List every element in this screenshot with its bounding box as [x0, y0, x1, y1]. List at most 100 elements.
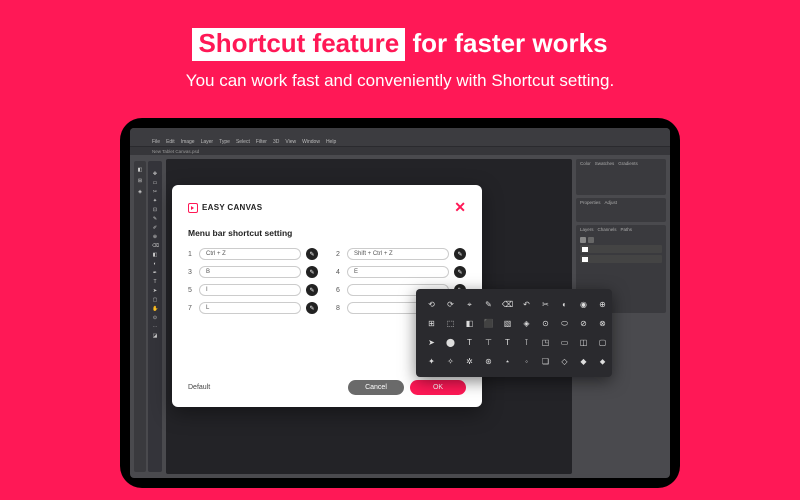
menu-item[interactable]: Edit — [166, 139, 175, 145]
menu-item[interactable]: Layer — [201, 139, 214, 145]
panel-tab[interactable]: Paths — [621, 227, 633, 233]
tool-icon[interactable]: ⊞ — [137, 178, 143, 184]
picker-item-icon[interactable]: ⌖ — [462, 297, 477, 312]
panel-tab[interactable]: Adjust — [605, 200, 618, 206]
picker-item-icon[interactable]: ⬚ — [443, 316, 458, 331]
gradient-tool-icon[interactable]: ◧ — [152, 252, 158, 258]
more-tool-icon[interactable]: ⋯ — [152, 324, 158, 330]
edit-icon[interactable]: ✎ — [454, 266, 466, 278]
cancel-button[interactable]: Cancel — [348, 380, 404, 395]
picker-item-icon[interactable]: ⊘ — [576, 316, 591, 331]
shortcut-input[interactable]: Ctrl + Z — [199, 248, 301, 260]
picker-item-icon[interactable]: ▢ — [595, 335, 610, 350]
lasso-tool-icon[interactable]: ✂ — [152, 189, 158, 195]
picker-item-icon[interactable]: ✲ — [462, 354, 477, 369]
picker-item-icon[interactable]: ↶ — [519, 297, 534, 312]
menu-item[interactable]: Window — [302, 139, 320, 145]
type-tool-icon[interactable]: T — [152, 279, 158, 285]
menu-item[interactable]: Help — [326, 139, 336, 145]
picker-item-icon[interactable]: ◉ — [576, 297, 591, 312]
layer-row[interactable] — [580, 245, 662, 253]
panel-tab[interactable]: Properties — [580, 200, 601, 206]
picker-item-icon[interactable]: T — [462, 335, 477, 350]
panel-tab[interactable]: Layers — [580, 227, 594, 233]
picker-item-icon[interactable]: ✦ — [424, 354, 439, 369]
picker-item-icon[interactable]: ⊙ — [538, 316, 553, 331]
picker-item-icon[interactable]: ◧ — [462, 316, 477, 331]
picker-item-icon[interactable]: ◫ — [576, 335, 591, 350]
picker-item-icon[interactable]: ✎ — [481, 297, 496, 312]
menu-item[interactable]: Filter — [256, 139, 267, 145]
edit-icon[interactable]: ✎ — [306, 266, 318, 278]
picker-item-icon[interactable]: ◐ — [557, 297, 572, 312]
blur-tool-icon[interactable]: ◐ — [152, 261, 158, 267]
picker-item-icon[interactable]: ❏ — [538, 354, 553, 369]
picker-item-icon[interactable]: ◆ — [576, 354, 591, 369]
ok-button[interactable]: OK — [410, 380, 466, 395]
tool-icon[interactable]: ◈ — [137, 189, 143, 195]
eyedropper-tool-icon[interactable]: ✎ — [152, 216, 158, 222]
picker-item-icon[interactable]: ◈ — [519, 316, 534, 331]
menu-item[interactable]: 3D — [273, 139, 279, 145]
close-icon[interactable]: ✕ — [454, 199, 466, 216]
picker-item-icon[interactable]: ▧ — [500, 316, 515, 331]
picker-item-icon[interactable]: ◇ — [557, 354, 572, 369]
menu-item[interactable]: Image — [181, 139, 195, 145]
picker-item-icon[interactable]: ⊗ — [595, 316, 610, 331]
layer-row[interactable] — [580, 255, 662, 263]
picker-item-icon[interactable]: ⊛ — [481, 354, 496, 369]
menu-item[interactable]: File — [152, 139, 160, 145]
picker-item-icon[interactable]: ⟲ — [424, 297, 439, 312]
wand-tool-icon[interactable]: ✦ — [152, 198, 158, 204]
picker-item-icon[interactable]: ⊞ — [424, 316, 439, 331]
menu-item[interactable]: View — [285, 139, 296, 145]
zoom-tool-icon[interactable]: ⊙ — [152, 315, 158, 321]
shortcut-input[interactable]: E — [347, 266, 449, 278]
picker-item-icon[interactable]: ✧ — [443, 354, 458, 369]
picker-item-icon[interactable]: ⟳ — [443, 297, 458, 312]
stamp-tool-icon[interactable]: ⊕ — [152, 234, 158, 240]
picker-item-icon[interactable]: ⋆ — [500, 354, 515, 369]
shortcut-input[interactable]: L — [199, 302, 301, 314]
edit-icon[interactable]: ✎ — [306, 284, 318, 296]
shortcut-input[interactable]: I — [199, 284, 301, 296]
edit-icon[interactable]: ✎ — [306, 248, 318, 260]
document-tab[interactable]: New Tablet Canvas.psd — [130, 147, 670, 155]
shortcut-input[interactable]: B — [199, 266, 301, 278]
panel-tab[interactable]: Gradients — [618, 161, 638, 167]
shortcut-input[interactable]: Shift + Ctrl + Z — [347, 248, 449, 260]
move-tool-icon[interactable]: ✥ — [152, 171, 158, 177]
picker-item-icon[interactable]: ⬭ — [557, 316, 572, 331]
picker-item-icon[interactable]: ⬤ — [443, 335, 458, 350]
picker-item-icon[interactable]: ◳ — [538, 335, 553, 350]
color-swap-icon[interactable]: ◪ — [152, 333, 158, 339]
brush-tool-icon[interactable]: ✐ — [152, 225, 158, 231]
panel-tab[interactable]: Swatches — [595, 161, 615, 167]
panel-tab[interactable]: Channels — [598, 227, 617, 233]
picker-item-icon[interactable]: ⊤ — [481, 335, 496, 350]
edit-icon[interactable]: ✎ — [306, 302, 318, 314]
shape-tool-icon[interactable]: ▢ — [152, 297, 158, 303]
menu-item[interactable]: Select — [236, 139, 250, 145]
default-link[interactable]: Default — [188, 384, 210, 391]
picker-item-icon[interactable]: ⊺ — [519, 335, 534, 350]
tool-icon[interactable]: ◧ — [137, 167, 143, 173]
picker-item-icon[interactable]: ➤ — [424, 335, 439, 350]
picker-item-icon[interactable]: ✂ — [538, 297, 553, 312]
hand-tool-icon[interactable]: ✋ — [152, 306, 158, 312]
menu-item[interactable]: Type — [219, 139, 230, 145]
picker-item-icon[interactable]: ▭ — [557, 335, 572, 350]
picker-item-icon[interactable]: ◦ — [519, 354, 534, 369]
picker-item-icon[interactable]: T — [500, 335, 515, 350]
path-tool-icon[interactable]: ➤ — [152, 288, 158, 294]
pen-tool-icon[interactable]: ✒ — [152, 270, 158, 276]
crop-tool-icon[interactable]: ⊡ — [152, 207, 158, 213]
panel-tab[interactable]: Color — [580, 161, 591, 167]
picker-item-icon[interactable]: ⌫ — [500, 297, 515, 312]
marquee-tool-icon[interactable]: ▭ — [152, 180, 158, 186]
picker-item-icon[interactable]: ⊕ — [595, 297, 610, 312]
edit-icon[interactable]: ✎ — [454, 248, 466, 260]
picker-item-icon[interactable]: ⬥ — [595, 354, 610, 369]
picker-item-icon[interactable]: ⬛ — [481, 316, 496, 331]
eraser-tool-icon[interactable]: ⌫ — [152, 243, 158, 249]
